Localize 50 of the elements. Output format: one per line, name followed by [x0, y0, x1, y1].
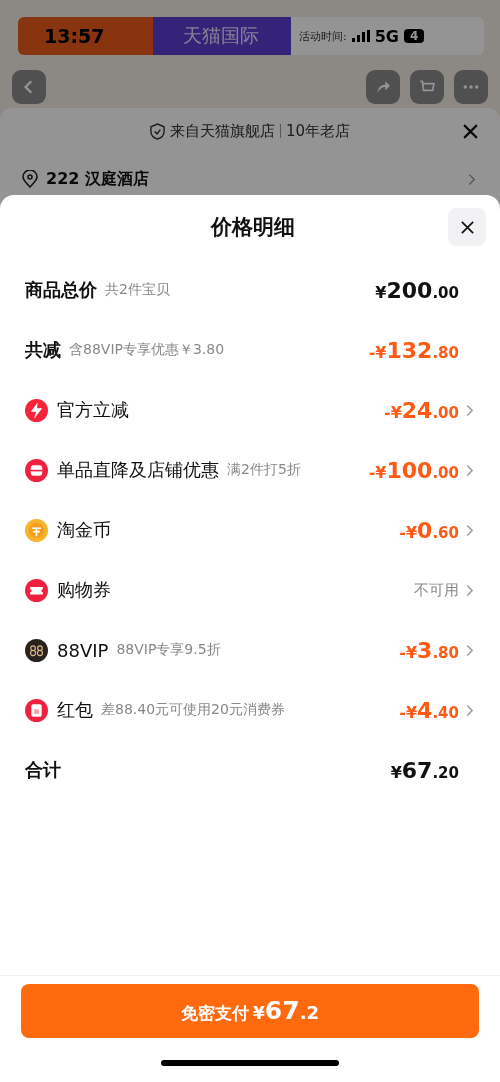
row-note: 88VIP专享9.5折	[116, 641, 221, 659]
activity-time: 活动时间:	[299, 28, 347, 44]
discount-icon	[25, 458, 48, 482]
price-amount: -¥24.00	[384, 397, 459, 423]
price-amount: -¥4.40	[399, 697, 459, 723]
network-type: 5G	[374, 26, 399, 46]
close-icon	[461, 122, 479, 140]
row-label: 官方立减	[57, 398, 129, 422]
price-amount: -¥132.80	[368, 337, 459, 363]
discount-icon	[25, 698, 48, 722]
price-amount: ¥67.20	[390, 757, 459, 783]
pay-button[interactable]: 免密支付 ¥67.2	[21, 984, 479, 1038]
status-time: 13:57	[44, 25, 105, 47]
sheet-title: 价格明细	[209, 214, 296, 241]
discount-icon	[25, 638, 48, 662]
row-note: 差88.40元可使用20元消费券	[101, 701, 285, 719]
store-source: 来自天猫旗舰店	[169, 121, 275, 141]
row-label: 红包	[57, 698, 93, 722]
banner-brand: 天猫国际	[153, 17, 291, 55]
row-label: 共减	[25, 338, 61, 362]
row-label: 购物券	[57, 578, 111, 602]
price-amount: ¥200.00	[375, 277, 459, 303]
status-text: 不可用	[414, 580, 459, 600]
price-amount: -¥0.60	[399, 517, 459, 543]
row-note: 共2件宝贝	[105, 281, 170, 299]
location-pin-icon	[22, 170, 38, 188]
share-button[interactable]	[366, 70, 400, 104]
price-amount: -¥100.00	[368, 457, 459, 483]
chevron-icon	[467, 172, 476, 186]
store-age: 10年老店	[285, 121, 351, 141]
shield-icon	[149, 122, 165, 140]
close-button[interactable]	[448, 208, 486, 246]
discount-icon	[25, 398, 48, 422]
discount-icon	[25, 578, 48, 602]
row-note: 含88VIP专享优惠￥3.80	[69, 341, 225, 359]
row-note: 满2件打5折	[227, 461, 301, 479]
discount-icon	[25, 518, 48, 542]
signal-icon	[351, 30, 370, 42]
cart-button[interactable]	[410, 70, 444, 104]
row-label: 淘金币	[57, 518, 111, 542]
more-button[interactable]	[454, 70, 488, 104]
battery-level: 4	[404, 29, 425, 43]
row-label: 单品直降及店铺优惠	[57, 458, 219, 482]
back-button[interactable]	[12, 70, 46, 104]
close-icon	[459, 219, 475, 235]
row-label: 88VIP	[57, 639, 109, 661]
row-label: 商品总价	[25, 278, 97, 302]
row-label: 合计	[25, 758, 61, 782]
price-amount: -¥3.80	[399, 637, 459, 663]
address-text: 222 汉庭酒店	[46, 168, 150, 190]
